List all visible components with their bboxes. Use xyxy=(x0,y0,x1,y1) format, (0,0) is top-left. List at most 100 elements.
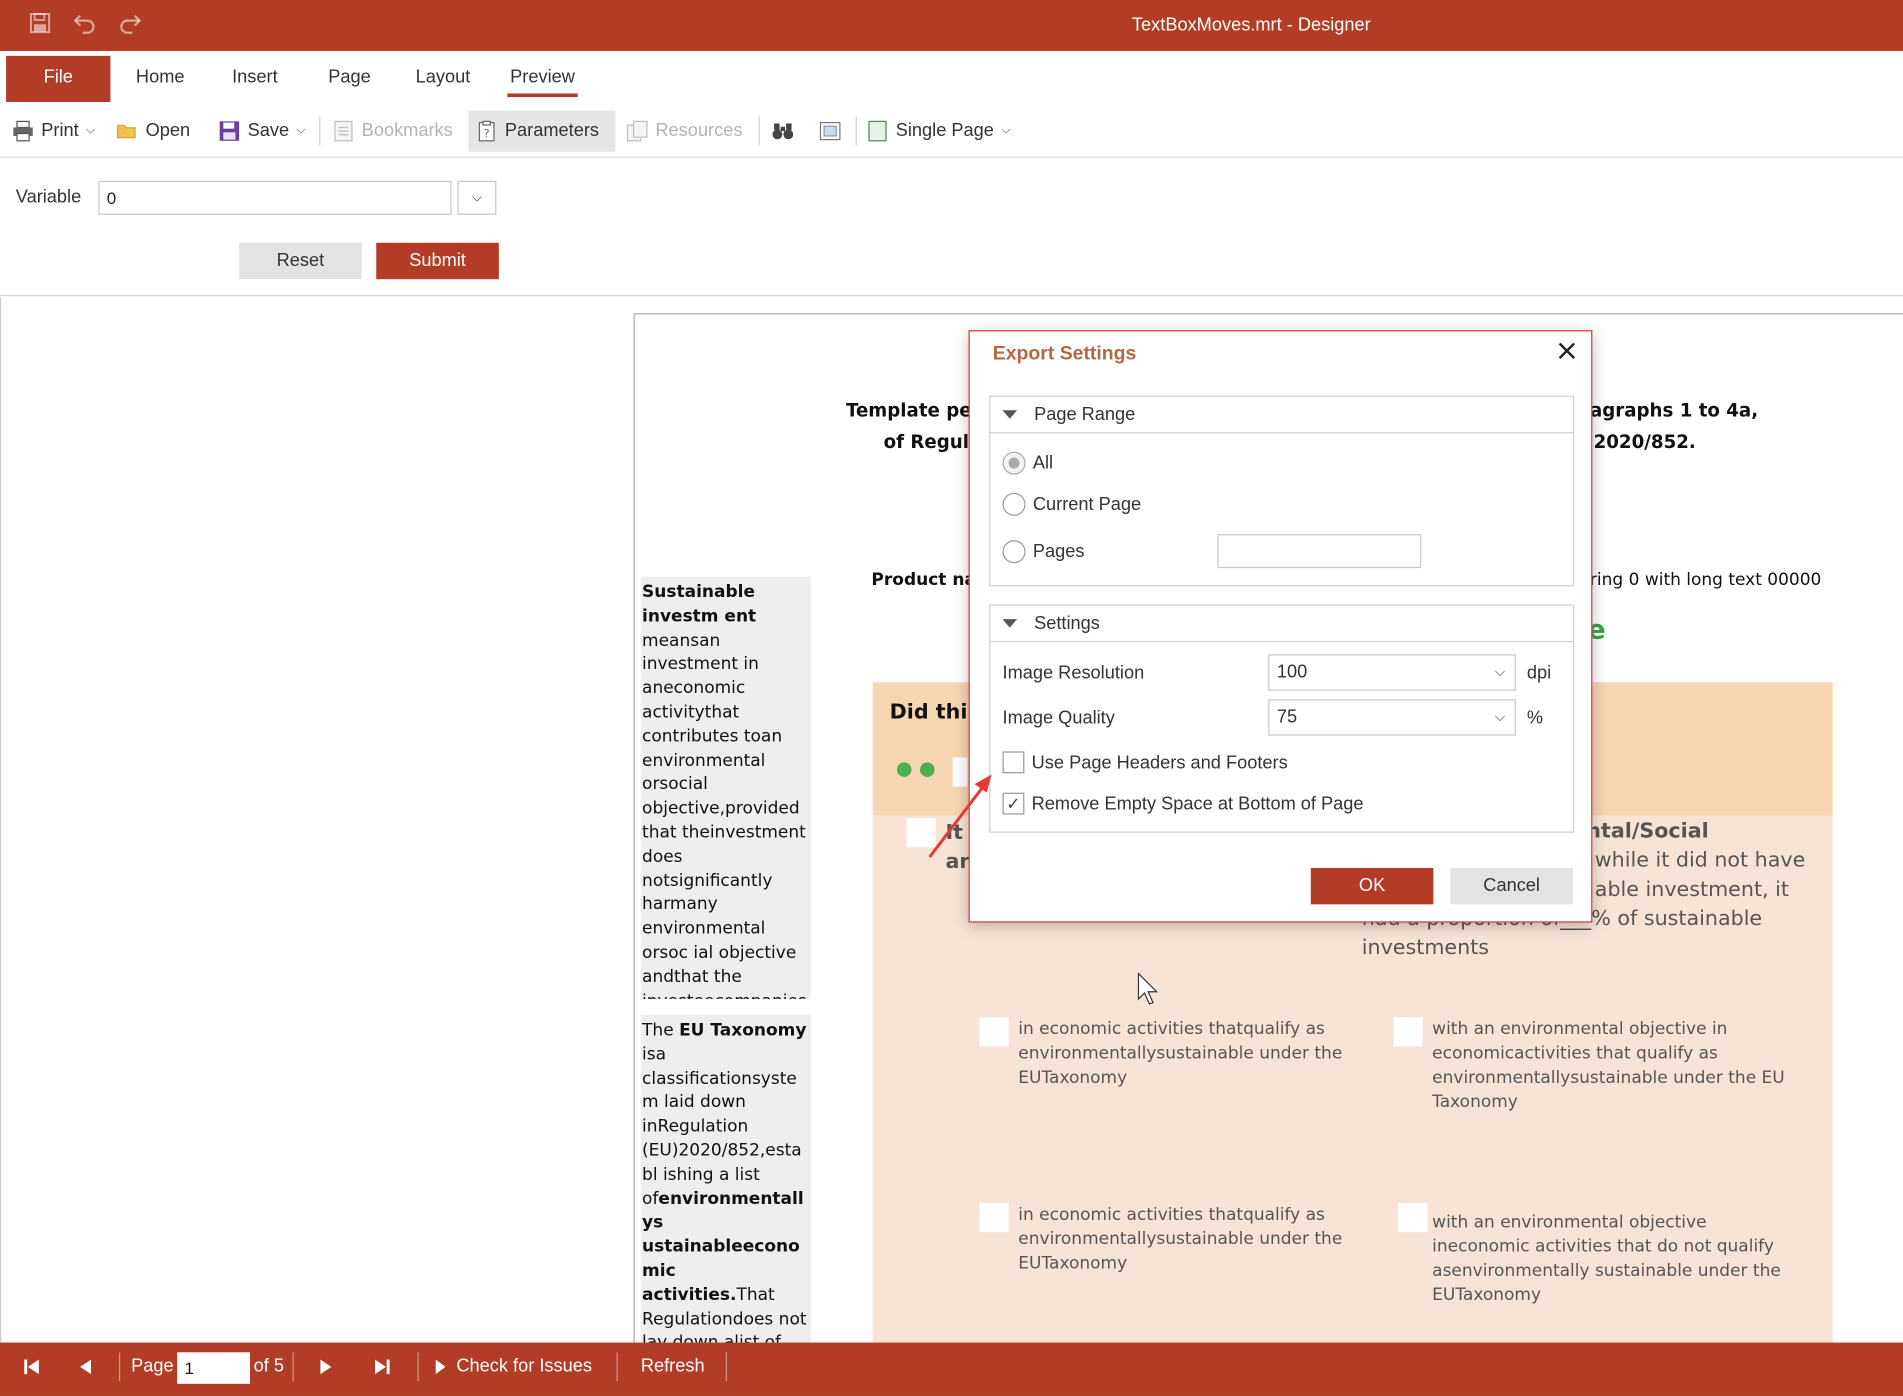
image-resolution-select[interactable]: 100 ⌵ xyxy=(1268,654,1516,691)
designer-window: TextBoxMoves.mrt - Designer File Home In… xyxy=(0,0,1903,1396)
answer-item-2: with an environmental objective in econo… xyxy=(1432,1019,1785,1112)
pages-input[interactable] xyxy=(1217,534,1422,569)
previous-page-button[interactable] xyxy=(76,1343,93,1392)
radio-all[interactable]: All xyxy=(1002,449,1054,476)
next-page-button[interactable] xyxy=(318,1343,335,1392)
last-page-button[interactable] xyxy=(373,1343,392,1392)
page-range-group: Page Range All Current Page Pages xyxy=(989,395,1575,587)
note-term: Sustainable investm ent xyxy=(642,582,757,627)
note-term: environmentallys ustainableeconomic acti… xyxy=(642,1189,804,1305)
radio-button[interactable] xyxy=(1002,539,1026,563)
radio-button[interactable] xyxy=(1002,450,1026,475)
resources-label: Resources xyxy=(655,120,743,141)
bookmarks-label: Bookmarks xyxy=(361,120,453,141)
single-page-icon xyxy=(867,120,889,142)
printer-icon xyxy=(12,120,34,142)
check-for-issues-button[interactable]: Check for Issues xyxy=(435,1343,592,1392)
save-button[interactable]: Save ⌵ xyxy=(211,110,313,151)
image-quality-select[interactable]: 75 ⌵ xyxy=(1268,699,1516,736)
header-line-2-right: 2020/852. xyxy=(1593,430,1696,453)
refresh-button[interactable]: Refresh xyxy=(641,1343,705,1392)
answer-item-1: in economic activities thatqualify as en… xyxy=(1018,1019,1343,1088)
dialog-title: Export Settings xyxy=(992,343,1137,365)
bookmarks-icon xyxy=(333,120,355,142)
tab-file[interactable]: File xyxy=(6,55,111,102)
submit-button[interactable]: Submit xyxy=(376,242,499,280)
banner-title: Did this xyxy=(889,700,980,725)
page-number-input[interactable]: 1 xyxy=(177,1352,251,1384)
binoculars-icon xyxy=(772,120,794,142)
settings-title: Settings xyxy=(1034,613,1100,634)
variable-input[interactable]: 0 xyxy=(98,180,452,215)
folder-icon xyxy=(117,120,139,142)
statusbar-separator xyxy=(417,1352,419,1382)
statusbar-separator xyxy=(616,1352,618,1382)
answer-checkbox[interactable] xyxy=(952,757,968,787)
settings-header[interactable]: Settings xyxy=(990,606,1573,643)
page-label: Page xyxy=(131,1355,174,1377)
checkbox[interactable] xyxy=(1002,751,1025,774)
collapse-triangle-icon xyxy=(1002,619,1018,628)
status-bar: Page 1 of 5 Check for Issues Refresh xyxy=(0,1342,1903,1396)
chevron-down-icon: ⌵ xyxy=(1494,665,1505,680)
window-title-text: TextBoxMoves.mrt - Designer xyxy=(1131,14,1371,36)
cancel-button[interactable]: Cancel xyxy=(1450,867,1573,905)
toolbar-separator xyxy=(758,116,760,146)
answer-checkbox[interactable] xyxy=(1393,1017,1423,1047)
parameters-button[interactable]: ? Parameters xyxy=(468,110,616,152)
answer-checkbox[interactable] xyxy=(979,1017,1009,1047)
right-answer-line-4: investments xyxy=(1361,935,1490,961)
resources-button[interactable]: Resources xyxy=(619,110,750,151)
product-name-value: ring 0 with long text 00000 xyxy=(1589,570,1822,590)
radio-current-label: Current Page xyxy=(1032,493,1142,515)
checkbox[interactable]: ✓ xyxy=(1002,792,1025,815)
answer-item-3: in economic activities thatqualify as en… xyxy=(1018,1205,1343,1274)
radio-all-label: All xyxy=(1032,452,1054,473)
use-headers-footers-option[interactable]: Use Page Headers and Footers xyxy=(1002,750,1288,774)
ok-button[interactable]: OK xyxy=(1310,867,1434,905)
tab-page[interactable]: Page xyxy=(318,56,381,102)
tab-insert[interactable]: Insert xyxy=(222,56,288,102)
ribbon-tabs: File Home Insert Page Layout Preview xyxy=(0,50,1903,107)
reset-button[interactable]: Reset xyxy=(239,242,362,280)
parameters-panel: Variable 0 ⌵ Reset Submit xyxy=(0,157,1903,297)
parameters-label: Parameters xyxy=(504,120,599,141)
view-mode-button[interactable]: Single Page ⌵ xyxy=(859,110,1017,151)
note-text: The xyxy=(642,1020,680,1041)
answer-checkbox[interactable] xyxy=(1398,1202,1428,1233)
header-line-1-right: agraphs 1 to 4a, xyxy=(1589,399,1759,422)
resources-icon xyxy=(626,120,648,142)
answer-item-4: with an environmental objective ineconom… xyxy=(1432,1212,1781,1305)
radio-current-page[interactable]: Current Page xyxy=(1002,490,1142,517)
toolbar-separator xyxy=(319,116,321,146)
full-screen-icon xyxy=(819,120,841,142)
variable-label: Variable xyxy=(15,186,82,208)
remove-empty-space-option[interactable]: ✓ Remove Empty Space at Bottom of Page xyxy=(1002,791,1364,815)
bookmarks-button[interactable]: Bookmarks xyxy=(325,110,460,151)
close-icon[interactable] xyxy=(1555,341,1579,365)
right-answer-line-1: while it did not have xyxy=(1594,848,1806,873)
image-resolution-label: Image Resolution xyxy=(1002,662,1145,684)
remove-empty-space-label: Remove Empty Space at Bottom of Page xyxy=(1031,793,1364,814)
export-settings-dialog: Export Settings Page Range All Current P… xyxy=(968,330,1593,923)
image-quality-value: 75 xyxy=(1276,706,1298,728)
note-text: meansan investment in aneconomic activit… xyxy=(642,630,807,999)
first-page-button[interactable] xyxy=(22,1343,41,1392)
print-button[interactable]: Print ⌵ xyxy=(5,110,103,151)
variable-dropdown-button[interactable]: ⌵ xyxy=(457,180,497,215)
fullscreen-button[interactable] xyxy=(812,110,848,151)
open-button[interactable]: Open xyxy=(109,110,197,151)
page-range-header[interactable]: Page Range xyxy=(990,397,1573,434)
parameters-icon: ? xyxy=(476,120,498,142)
tab-layout[interactable]: Layout xyxy=(408,56,478,102)
report-viewer[interactable]: Template peri agraphs 1 to 4a, of Regula… xyxy=(0,297,1903,1343)
answer-checkbox[interactable] xyxy=(979,1202,1009,1233)
radio-button[interactable] xyxy=(1002,492,1026,516)
find-button[interactable] xyxy=(765,110,801,151)
tab-home[interactable]: Home xyxy=(126,56,194,102)
radio-pages[interactable]: Pages xyxy=(1002,538,1084,565)
tab-preview[interactable]: Preview xyxy=(507,56,578,102)
answer-checkbox[interactable] xyxy=(906,818,936,848)
open-label: Open xyxy=(145,120,191,141)
chevron-down-icon: ⌵ xyxy=(471,190,483,206)
